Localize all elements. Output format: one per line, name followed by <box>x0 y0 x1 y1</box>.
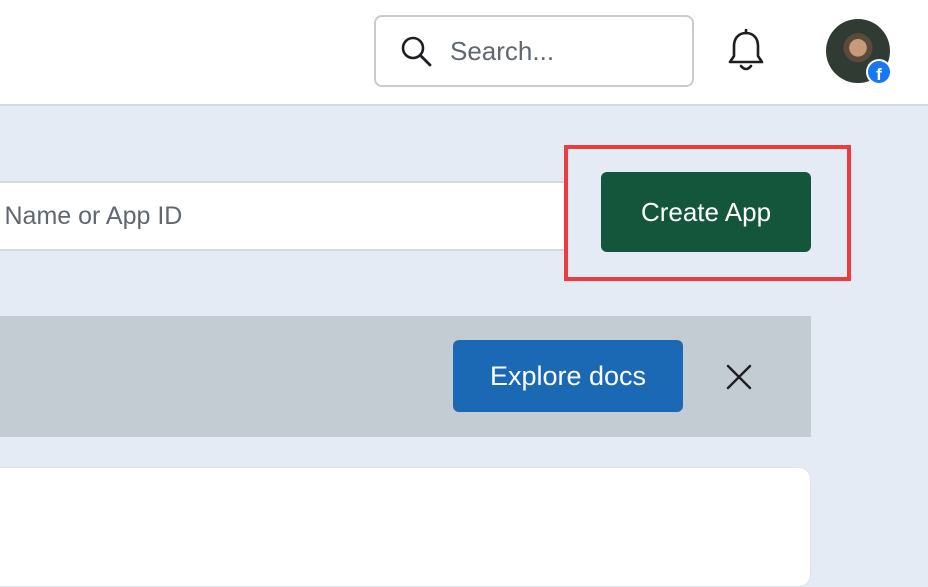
profile-avatar[interactable]: f <box>826 19 892 85</box>
app-filter-placeholder: y App Name or App ID <box>0 201 183 230</box>
search-input[interactable] <box>448 34 672 68</box>
bell-icon[interactable] <box>724 28 768 74</box>
search-box[interactable] <box>374 15 694 87</box>
facebook-icon: f <box>866 59 892 85</box>
search-icon <box>398 33 434 69</box>
apps-list-card <box>0 467 811 587</box>
create-app-button[interactable]: Create App <box>601 172 811 252</box>
explore-docs-button[interactable]: Explore docs <box>453 340 683 412</box>
top-navigation-bar: f <box>0 0 928 106</box>
app-filter-input[interactable]: y App Name or App ID <box>0 181 568 251</box>
docs-banner: Explore docs <box>0 316 811 437</box>
close-icon[interactable] <box>722 360 756 394</box>
